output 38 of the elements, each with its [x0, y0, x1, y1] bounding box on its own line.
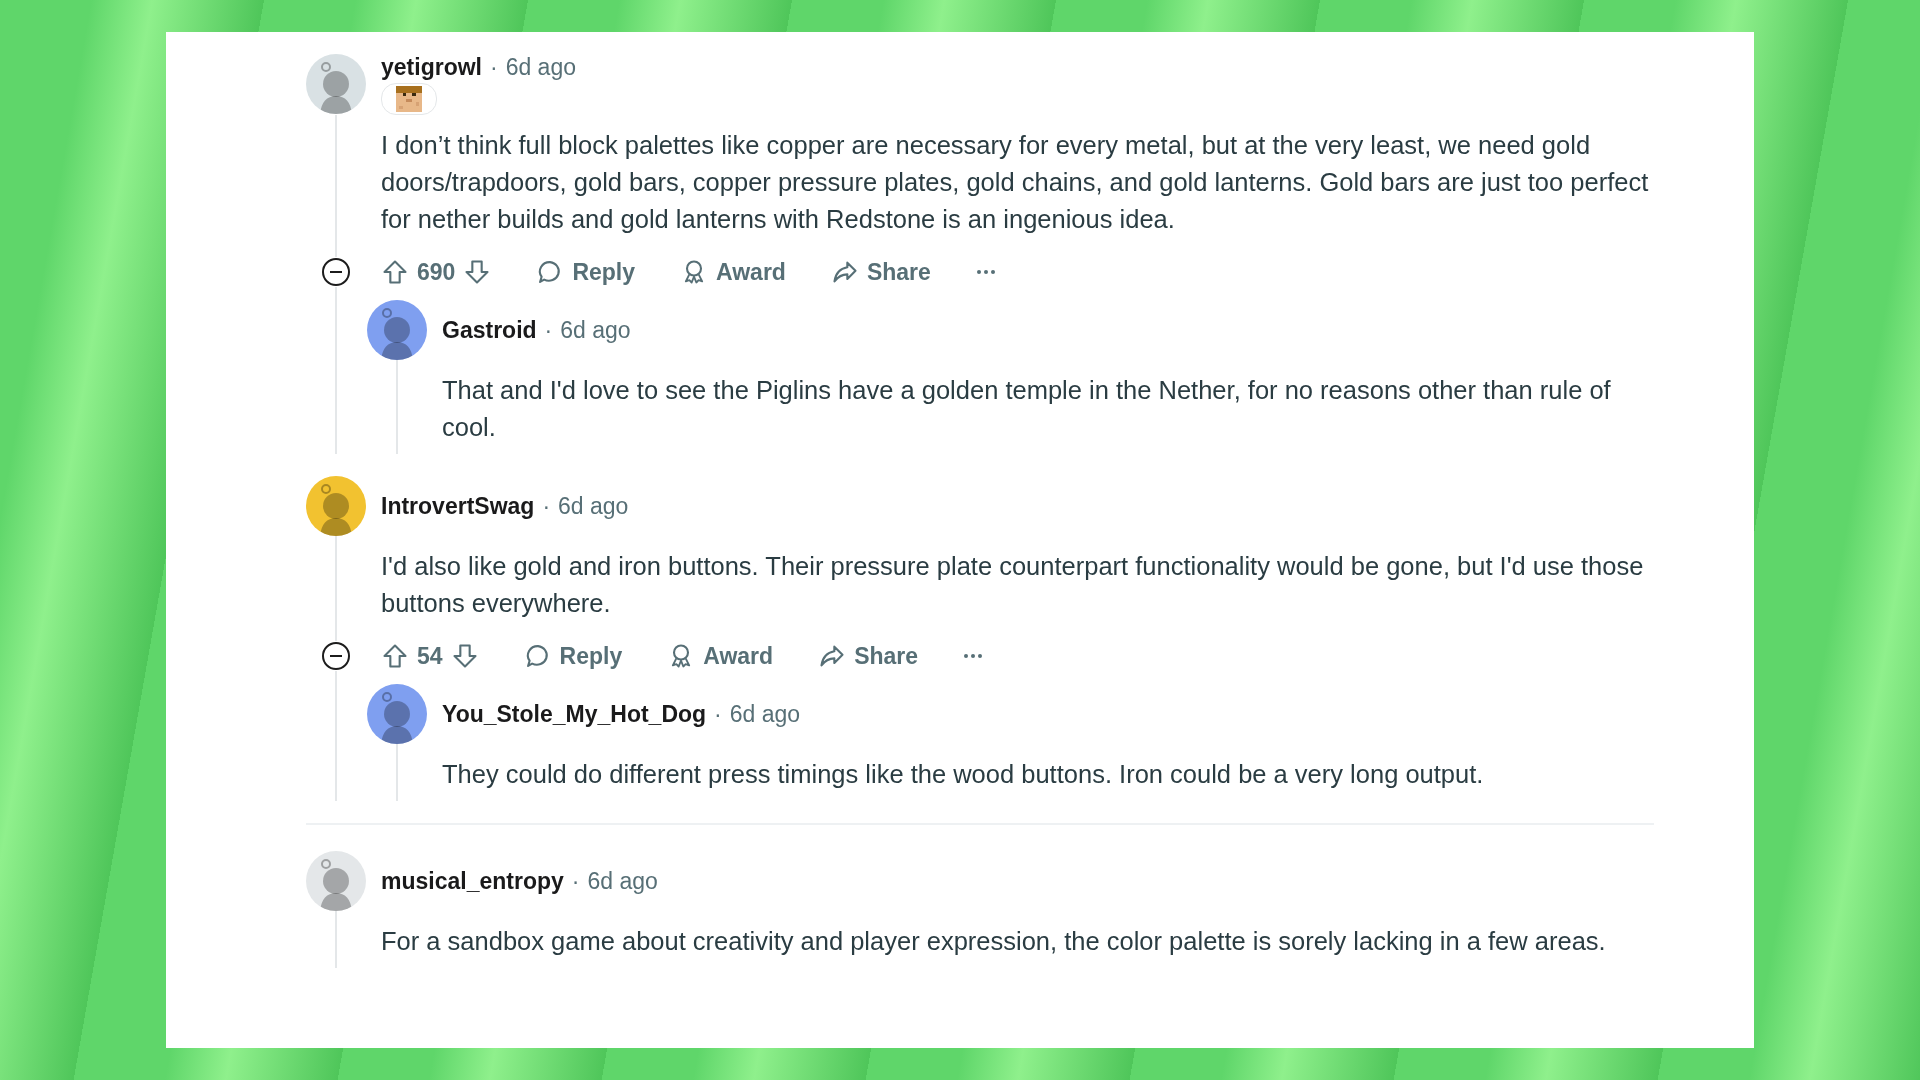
reply-button[interactable]: Reply [536, 258, 635, 286]
vote-count: 690 [417, 258, 456, 286]
upvote-icon[interactable] [381, 642, 409, 670]
separator-dot: · [571, 867, 580, 895]
timestamp: 6d ago [587, 867, 658, 895]
timestamp: 6d ago [560, 316, 631, 344]
comment-text: They could do different press timings like the wood buttons. Iron could be a very long output. [442, 759, 1485, 790]
collapse-icon[interactable] [321, 641, 351, 671]
username[interactable]: Gastroid [442, 316, 537, 344]
timestamp: 6d ago [505, 54, 576, 81]
separator-dot: · [489, 54, 498, 81]
collapse-icon[interactable] [321, 257, 351, 287]
avatar-icon[interactable] [367, 684, 427, 744]
vote-count: 54 [417, 642, 443, 670]
more-options-icon[interactable] [975, 269, 996, 275]
timestamp: 6d ago [729, 700, 801, 728]
comment-text: That and I'd love to see the Piglins have a golden temple in the Nether, for no reasons other than rule of cool. [442, 375, 1612, 443]
username[interactable]: musical_entropy [381, 867, 564, 895]
award-button[interactable]: Award [667, 642, 774, 670]
avatar-icon[interactable] [306, 476, 366, 536]
username[interactable]: IntrovertSwag [381, 492, 535, 520]
separator-dot: · [714, 700, 722, 728]
timestamp: 6d ago [558, 492, 629, 520]
comment-text: I don’t think full block palettes like copper are necessary for every metal, but at the very least, we need gold doors/trapdoors, gold bars, copper pressure plates, gold chains, and gold lanterns. Gold bars are just too perfect for nether builds and gold lanterns with Redstone is an ingenious idea. [381, 130, 1650, 235]
reply-button[interactable]: Reply [523, 642, 623, 670]
comment-text: For a sandbox game about creativity and player expression, the color palette is sorely lacking in a few areas. [381, 926, 1607, 957]
upvote-icon[interactable] [381, 258, 409, 286]
share-button[interactable]: Share [818, 642, 919, 670]
more-options-icon[interactable] [963, 653, 984, 659]
username[interactable]: You_Stole_My_Hot_Dog [442, 700, 707, 728]
separator-dot: · [544, 316, 553, 344]
comment-text: I'd also like gold and iron buttons. Their pressure plate counterpart functionality would be gone, but I'd use those buttons everywhere. [381, 551, 1645, 619]
username[interactable]: yetigrowl [381, 54, 482, 81]
avatar-icon[interactable] [367, 300, 427, 360]
share-button[interactable]: Share [830, 258, 931, 286]
avatar-icon[interactable] [306, 54, 366, 114]
separator-dot: · [542, 492, 551, 520]
award-button[interactable]: Award [680, 258, 786, 286]
